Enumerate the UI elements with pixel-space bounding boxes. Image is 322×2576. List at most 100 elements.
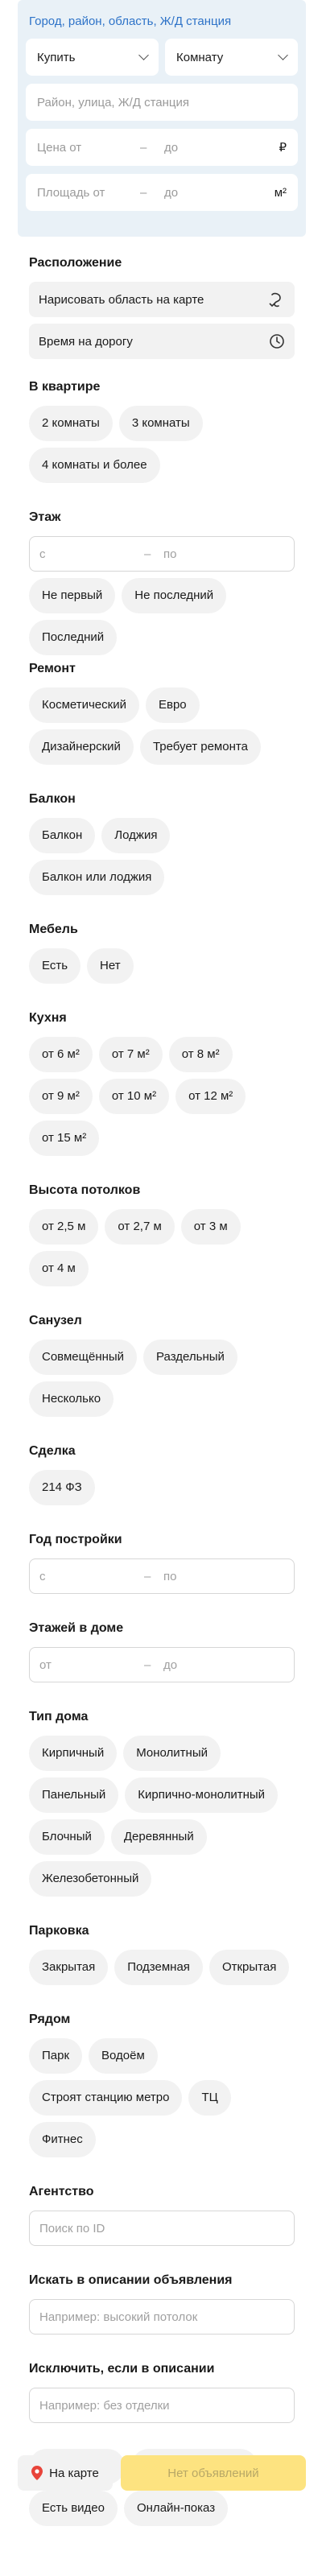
chip-needs-repair[interactable]: Требует ремонта (139, 729, 261, 765)
section-title: Парковка (29, 1924, 89, 1938)
chip-brick[interactable]: Кирпичный (29, 1736, 118, 1771)
floors-in-house-range[interactable]: от – до (29, 1647, 295, 1682)
filters-page: Город, район, область, Ж/Д станция Купит… (0, 0, 322, 2576)
chip-fitness[interactable]: Фитнес (29, 2122, 96, 2157)
chip-mall[interactable]: ТЦ (188, 2080, 231, 2116)
chip-kitchen-6[interactable]: от 6 м² (29, 1037, 93, 1072)
built-year-range[interactable]: с – по (29, 1558, 295, 1594)
property-type-select[interactable]: Комнату (165, 39, 298, 76)
chip-water[interactable]: Водоём (89, 2038, 158, 2074)
section-title: В квартире (29, 380, 101, 394)
chip-several[interactable]: Несколько (29, 1381, 114, 1417)
chip-group: Балкон Лоджия Балкон или лоджия (29, 818, 295, 895)
price-range[interactable]: Цена от – до ₽ (26, 129, 298, 166)
exclude-desc-input[interactable]: Например: без отделки (29, 2388, 295, 2423)
draw-area-label: Нарисовать область на карте (39, 292, 204, 307)
built-year-to-input[interactable]: по (163, 1570, 176, 1583)
repair-section: Ремонт Косметический Евро Дизайнерский Т… (29, 660, 295, 765)
floor-from-input[interactable]: с (39, 547, 144, 561)
floors-to-input[interactable]: до (163, 1658, 177, 1672)
search-desc-placeholder: Например: высокий потолок (39, 2310, 198, 2324)
chip-kitchen-10[interactable]: от 10 м² (98, 1079, 170, 1114)
chip-not-first[interactable]: Не первый (29, 578, 116, 613)
built-year-from-input[interactable]: с (39, 1570, 144, 1583)
exclude-desc-section: Исключить, если в описании Например: без… (29, 2360, 295, 2423)
chip-euro[interactable]: Евро (145, 687, 200, 723)
built-year-section: Год постройки с – по (29, 1531, 295, 1594)
geo-link[interactable]: Город, район, область, Ж/Д станция (29, 13, 298, 31)
chip-4-plus-rooms[interactable]: 4 комнаты и более (29, 448, 160, 483)
chip-park[interactable]: Парк (29, 2038, 83, 2074)
chip-2-rooms[interactable]: 2 комнаты (29, 406, 113, 441)
chip-panel[interactable]: Панельный (29, 1777, 119, 1813)
search-panel: Город, район, область, Ж/Д станция Купит… (18, 0, 306, 237)
range-dash: – (144, 1657, 151, 1672)
chip-balcony[interactable]: Балкон (29, 818, 96, 853)
travel-time-button[interactable]: Время на дорогу (29, 324, 295, 359)
range-dash: – (140, 140, 147, 155)
chip-separate[interactable]: Раздельный (143, 1340, 237, 1375)
chip-214-fz[interactable]: 214 ФЗ (29, 1470, 95, 1505)
on-map-button[interactable]: На карте (18, 2455, 113, 2491)
chip-balcony-or-loggia[interactable]: Балкон или лоджия (29, 860, 165, 895)
exclude-desc-placeholder: Например: без отделки (39, 2398, 170, 2413)
chip-ceiling-3[interactable]: от 3 м (180, 1209, 241, 1245)
address-placeholder: Район, улица, Ж/Д станция (37, 95, 190, 109)
show-results-button[interactable]: Нет объявлений (121, 2455, 306, 2491)
chip-3-rooms[interactable]: 3 комнаты (118, 406, 203, 441)
chip-not-last[interactable]: Не последний (122, 578, 227, 613)
chip-block[interactable]: Блочный (29, 1819, 105, 1855)
chip-furniture-yes[interactable]: Есть (29, 948, 81, 984)
deal-type-select[interactable]: Купить (26, 39, 159, 76)
chip-kitchen-9[interactable]: от 9 м² (29, 1079, 93, 1114)
chip-ceiling-2-5[interactable]: от 2,5 м (29, 1209, 99, 1245)
chip-group: от 2,5 м от 2,7 м от 3 м от 4 м (29, 1209, 295, 1286)
price-to-input[interactable]: до (164, 141, 279, 155)
chip-wooden[interactable]: Деревянный (110, 1819, 207, 1855)
floor-range[interactable]: с – по (29, 536, 295, 572)
chip-kitchen-8[interactable]: от 8 м² (168, 1037, 233, 1072)
chip-loggia[interactable]: Лоджия (101, 818, 171, 853)
area-to-input[interactable]: до (164, 186, 275, 200)
area-unit: м² (274, 185, 287, 200)
chip-combined[interactable]: Совмещённый (29, 1340, 138, 1375)
furniture-section: Мебель Есть Нет (29, 921, 295, 984)
chip-open[interactable]: Открытая (208, 1950, 290, 1985)
chip-group: Закрытая Подземная Открытая (29, 1950, 295, 1985)
travel-time-label: Время на дорогу (39, 334, 133, 349)
price-from-input[interactable]: Цена от (37, 141, 140, 155)
chip-last[interactable]: Последний (29, 620, 118, 655)
chip-underground[interactable]: Подземная (114, 1950, 203, 1985)
chip-monolithic[interactable]: Монолитный (123, 1736, 221, 1771)
property-type-value: Комнату (176, 50, 224, 64)
draw-area-button[interactable]: Нарисовать область на карте (29, 282, 295, 317)
chip-kitchen-15[interactable]: от 15 м² (29, 1121, 100, 1156)
chip-furniture-no[interactable]: Нет (87, 948, 134, 984)
chip-kitchen-12[interactable]: от 12 м² (175, 1079, 246, 1114)
kitchen-section: Кухня от 6 м² от 7 м² от 8 м² от 9 м² от… (29, 1009, 295, 1156)
chip-ceiling-2-7[interactable]: от 2,7 м (105, 1209, 175, 1245)
chip-kitchen-7[interactable]: от 7 м² (98, 1037, 163, 1072)
chip-ceiling-4[interactable]: от 4 м (29, 1251, 89, 1286)
section-title: Расположение (29, 256, 122, 270)
floors-from-input[interactable]: от (39, 1658, 144, 1672)
chip-closed[interactable]: Закрытая (29, 1950, 109, 1985)
in-apartment-section: В квартире 2 комнаты 3 комнаты 4 комнаты… (29, 378, 295, 483)
agency-input[interactable]: Поиск по ID (29, 2211, 295, 2246)
area-from-input[interactable]: Площадь от (37, 186, 140, 200)
chevron-down-icon (278, 50, 288, 60)
chip-brick-monolithic[interactable]: Кирпично-монолитный (125, 1777, 279, 1813)
chip-cosmetic[interactable]: Косметический (29, 687, 139, 723)
floor-section: Этаж с – по Не первый Не последний После… (29, 509, 295, 655)
section-title: Ремонт (29, 662, 76, 675)
chip-metro-construction[interactable]: Строят станцию метро (29, 2080, 183, 2116)
chip-reinforced-concrete[interactable]: Железобетонный (29, 1861, 152, 1897)
address-input[interactable]: Район, улица, Ж/Д станция (26, 84, 298, 121)
location-section: Расположение Нарисовать область на карте… (29, 254, 295, 359)
area-range[interactable]: Площадь от – до м² (26, 174, 298, 211)
parking-section: Парковка Закрытая Подземная Открытая (29, 1922, 295, 1985)
section-title: Этаж (29, 510, 61, 524)
floor-to-input[interactable]: по (163, 547, 176, 561)
search-desc-input[interactable]: Например: высокий потолок (29, 2299, 295, 2334)
chip-designer[interactable]: Дизайнерский (29, 729, 134, 765)
